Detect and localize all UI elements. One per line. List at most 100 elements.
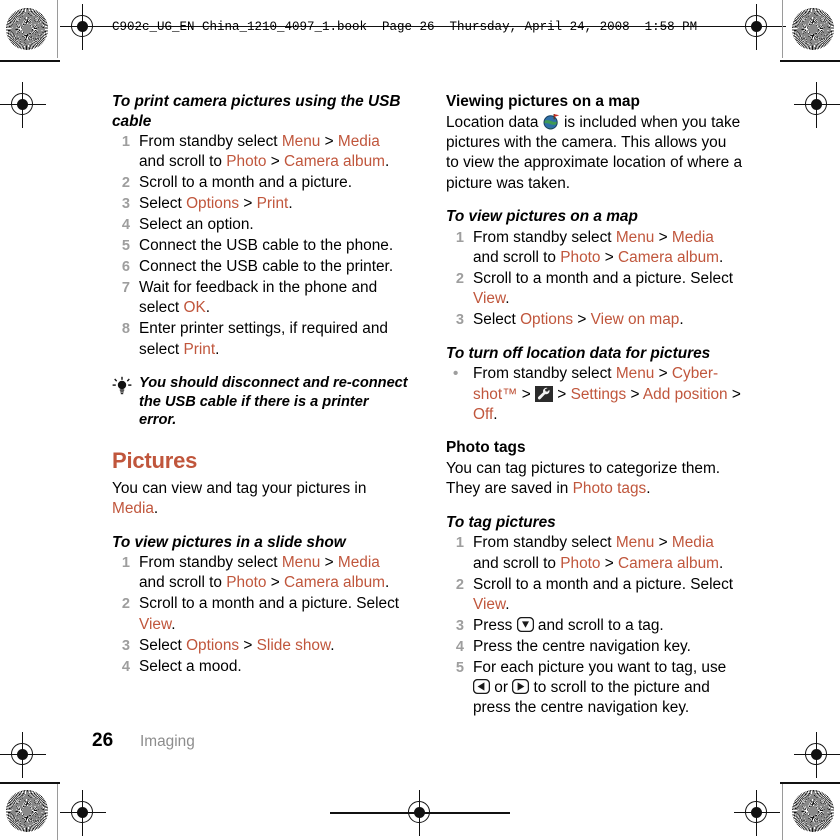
nav-key-right-icon [512,678,530,695]
body-text: Wait for feedback in the phone and selec… [139,278,378,317]
list-item: 1 From standby select Menu > Media and sc… [112,553,408,594]
step-number: 4 [121,658,130,675]
ui-term: Media [671,228,714,246]
list-item: 3 Select Options > Print. [112,194,408,214]
footer-section-name: Imaging [140,733,195,750]
body-text: Scroll to a month and a picture. Select [139,595,400,613]
body-text: and scroll to [139,153,227,171]
ui-term: Photo [226,153,267,171]
heading-photo-tags: Photo tags [446,439,526,457]
body-text: > [573,311,591,329]
ui-term: Photo [560,554,601,572]
map-intro-paragraph: Location data is included when you take … [446,113,742,195]
view-map-steps-list: 1 From standby select Menu > Media and sc… [446,228,742,331]
ui-term: Media [112,500,154,518]
body-text: > [320,554,338,572]
tip-text: You should disconnect and re-connect the… [139,374,408,429]
body-text: . [718,249,724,267]
crop-line-bottom-center-rule [330,812,510,814]
crop-line-top-left [0,60,60,62]
ui-term: Slide show [256,636,331,654]
list-item: 2 Scroll to a month and a picture. Select… [446,575,742,616]
body-text: . [505,290,510,308]
tag-pictures-steps-list: 1 From standby select Menu > Media and sc… [446,533,742,719]
body-text: > [517,385,536,403]
ui-term: Settings [570,385,627,403]
nav-key-down-icon [516,616,534,632]
body-text: Scroll to a month and a picture. Select [473,575,734,593]
body-text: Press the centre navigation key. [473,637,691,655]
registration-starburst-bottom-left [6,790,48,832]
step-number: 4 [455,638,464,655]
list-item: 4 Select an option. [112,215,408,235]
crop-line-bottom-right [780,782,840,784]
body-text: > [626,385,643,403]
step-number: 8 [121,321,130,338]
ui-term: Menu [281,554,321,572]
heading-turn-off-location-data: To turn off location data for pictures [446,344,711,362]
step-number: 4 [121,217,130,234]
ui-term: Menu [615,228,655,246]
registration-target-bottom-right [734,790,780,836]
globe-location-icon [543,113,560,130]
step-number: 2 [455,270,464,287]
body-text: . [215,340,220,358]
heading-viewing-pictures-on-map: Viewing pictures on a map [446,93,640,110]
body-text: . [679,311,684,329]
body-text: You can view and tag your pictures in [112,479,367,497]
wrench-settings-icon [535,385,554,402]
list-item: 3 Press and scroll to a tag. [446,616,742,636]
registration-starburst-bottom-right [792,790,834,832]
list-item: 5 Connect the USB cable to the phone. [112,236,408,256]
body-text: > [239,636,257,654]
print-header: C902c_UG_EN China_1210_4097_1.book Page … [0,0,840,56]
body-text: > [600,554,619,572]
ui-term: OK [183,299,206,317]
list-item: 5 For each picture you want to tag, use o… [446,658,742,719]
list-item: 2 Scroll to a month and a picture. Select… [446,269,742,310]
body-text: Scroll to a month and a picture. Select [473,269,734,287]
heading-to-view-pictures-on-map: To view pictures on a map [446,208,638,226]
heading-pictures: Pictures [112,447,198,473]
header-book-line: C902c_UG_EN China_1210_4097_1.book Page … [112,20,698,34]
body-text: Select [139,636,187,654]
step-number: 5 [121,238,130,255]
step-text-after-icon: and scroll to a tag. [533,616,664,634]
list-item: 4 Select a mood. [112,657,408,677]
step-text-before-icon: Press [473,616,517,634]
list-item: 1 From standby select Menu > Media and sc… [446,533,742,574]
ui-term: Camera album [618,249,719,267]
ui-term: Media [671,534,714,552]
heading-print-camera-pictures: To print camera pictures using the USB c… [112,93,401,130]
body-text: . [718,554,724,572]
body-text: Scroll to a month and a picture. [139,174,353,192]
registration-target-left-upper [0,82,46,128]
registration-target-left-lower [0,732,46,778]
step-number: 2 [121,175,130,192]
registration-target-right-upper [794,82,840,128]
step-number: 6 [121,258,130,275]
heading-to-tag-pictures: To tag pictures [446,513,556,531]
body-text: . [153,500,159,518]
ui-term: Menu [615,365,655,383]
body-text: > [239,195,257,213]
step-text-before-icons: For each picture you want to tag, use [473,658,727,676]
list-item: 3 Select Options > View on map. [446,310,742,330]
step-number: 3 [121,196,130,213]
ui-term: Photo [226,574,267,592]
photo-tags-intro-paragraph: You can tag pictures to categorize them.… [446,459,742,500]
body-text: > [266,153,285,171]
ui-term: Menu [615,534,655,552]
body-text: . [505,595,510,613]
body-text: . [384,574,390,592]
body-text: . [646,480,651,498]
list-item: 7 Wait for feedback in the phone and sele… [112,278,408,319]
body-text: > [600,249,619,267]
body-text: Connect the USB cable to the phone. [139,237,394,255]
step-number: 1 [121,555,130,572]
body-text: From standby select [473,534,616,552]
ui-term: Media [337,554,380,572]
ui-term: Print [256,195,289,213]
step-number: 3 [455,617,464,634]
ui-term: View [473,290,506,308]
